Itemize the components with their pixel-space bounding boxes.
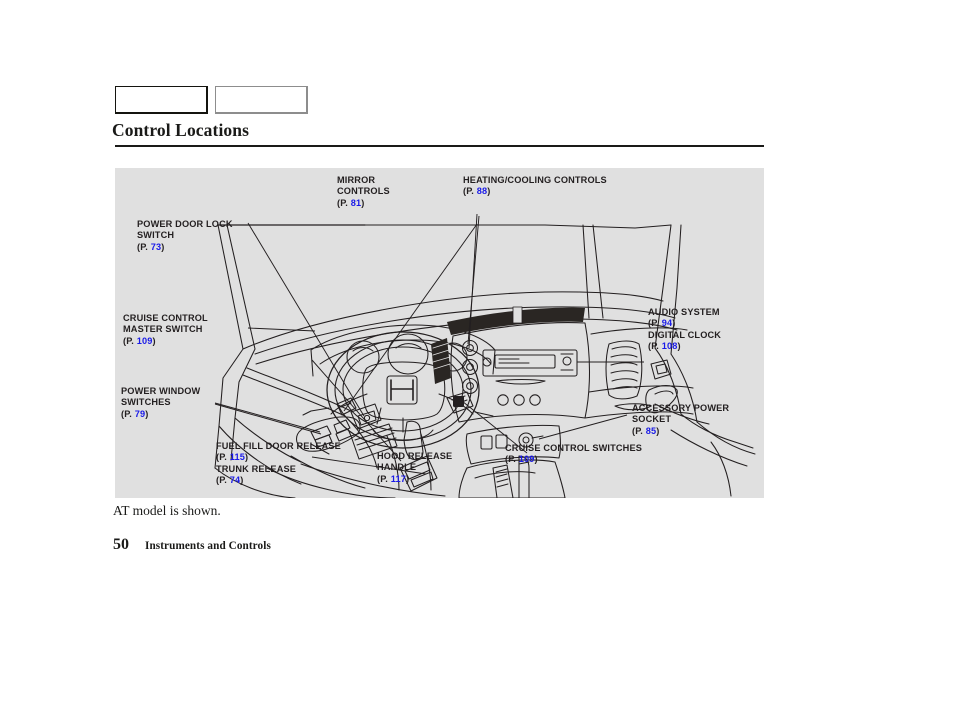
- callout-cruise-control-switches: CRUISE CONTROL SWITCHES (P. 109): [505, 443, 643, 465]
- header-tab-1: [115, 86, 208, 114]
- header-tab-group: [115, 86, 308, 114]
- callout-mirror-controls: MIRROR CONTROLS (P. 81): [337, 175, 390, 208]
- callout-trunk-release: TRUNK RELEASE (P. 74): [216, 464, 297, 486]
- callout-heating-cooling-controls: HEATING/COOLING CONTROLS (P. 88): [463, 175, 607, 197]
- callout-power-window-switches: POWER WINDOW SWITCHES (P. 79): [121, 386, 201, 419]
- callout-cruise-control-master-switch: CRUISE CONTROL MASTER SWITCH (P. 109): [123, 313, 208, 346]
- manual-page: Control Locations MIRROR CONTROLS (P. 81…: [0, 0, 954, 710]
- page-footer: 50 Instruments and Controls: [113, 536, 271, 554]
- callout-power-door-lock-switch: POWER DOOR LOCK SWITCH (P. 73): [137, 219, 233, 252]
- control-locations-figure: MIRROR CONTROLS (P. 81) HEATING/COOLING …: [115, 168, 764, 498]
- page-title: Control Locations: [112, 120, 250, 140]
- callout-accessory-power-socket: ACCESSORY POWER SOCKET (P. 85): [632, 403, 730, 436]
- callout-digital-clock: DIGITAL CLOCK (P. 108): [648, 330, 722, 352]
- folio-number: 50: [113, 536, 129, 553]
- callout-hood-release-handle: HOOD RELEASE HANDLE (P. 117): [377, 451, 453, 484]
- chapter-title: Instruments and Controls: [145, 540, 271, 552]
- figure-caption: AT model is shown.: [113, 503, 221, 518]
- callout-audio-system: AUDIO SYSTEM (P. 94): [648, 307, 720, 329]
- callout-fuel-fill-door-release: FUEL FILL DOOR RELEASE (P. 115): [216, 441, 341, 463]
- header-tab-2: [215, 86, 308, 114]
- title-divider: [115, 145, 764, 147]
